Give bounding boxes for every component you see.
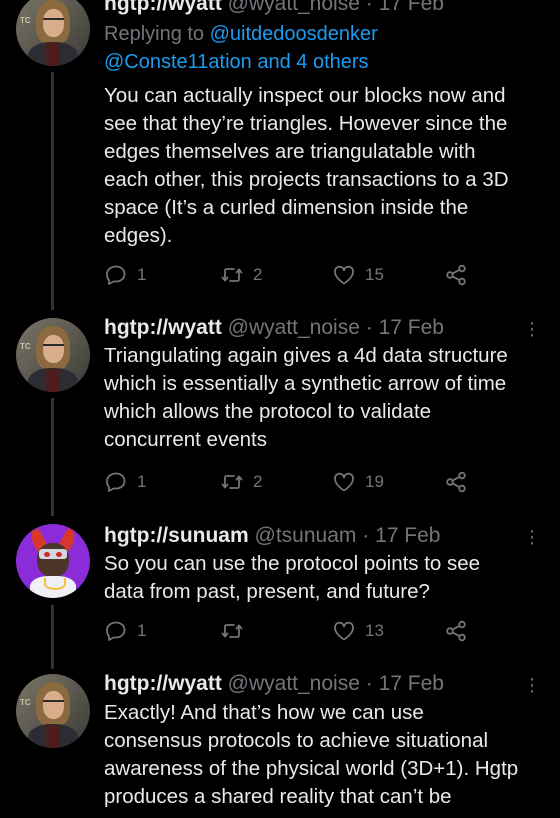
like-button[interactable]: 15 [332,262,384,288]
avatar[interactable]: TC [16,318,90,392]
retweet-icon [221,475,243,489]
separator: · [362,524,370,547]
retweet-count: 2 [253,472,263,491]
tweet-text: You can actually inspect our blocks now … [104,84,509,247]
separator: · [365,316,373,339]
separator: · [365,672,373,695]
like-button[interactable]: 13 [332,618,384,644]
like-count: 19 [365,472,384,491]
tweet-meta: hgtp://wyatt @wyatt_noise · 17 Feb [104,672,444,696]
user-handle[interactable]: @wyatt_noise [228,672,360,695]
reply-count: 1 [137,472,147,491]
display-name[interactable]: hgtp://wyatt [104,316,222,339]
like-button[interactable]: 19 [332,469,384,495]
tweet-text: Triangulating again gives a 4d data stru… [104,344,508,451]
share-icon [446,620,466,642]
share-button[interactable] [444,262,468,288]
display-name[interactable]: hgtp://sunuam [104,524,249,547]
tweet[interactable]: TC hgtp://wyatt @wyatt_noise · 17 Feb · ·… [0,310,560,510]
heart-icon [334,472,354,492]
tweet-date[interactable]: 17 Feb [375,524,440,547]
user-handle[interactable]: @wyatt_noise [228,316,360,339]
tweet-text: So you can use the protocol points to se… [104,552,481,603]
display-name[interactable]: hgtp://wyatt [104,0,222,15]
retweet-button[interactable]: 2 [220,262,262,288]
share-icon [446,264,466,286]
reply-count: 1 [137,621,147,640]
like-count: 13 [365,621,384,640]
share-button[interactable] [444,618,468,644]
tweet-meta: hgtp://wyatt @wyatt_noise · 17 Feb [104,0,444,16]
more-dots-icon: · · · [528,520,536,554]
retweet-icon [221,268,243,282]
reply-button[interactable]: 1 [104,469,146,495]
tweet[interactable]: TC hgtp://wyatt @wyatt_noise · 17 Feb Re… [0,0,560,300]
more-options-button[interactable]: · · · [522,520,542,554]
reply-icon [106,472,126,492]
reply-icon [106,621,126,641]
more-options-button[interactable]: · · · [522,668,542,702]
avatar[interactable] [16,524,90,598]
share-icon [446,471,466,493]
more-dots-icon: · · · [528,312,536,346]
reply-button[interactable]: 1 [104,262,146,288]
tweet-actions: 1 13 [104,618,484,644]
share-button[interactable] [444,469,468,495]
tweet-meta: hgtp://wyatt @wyatt_noise · 17 Feb [104,316,444,340]
avatar[interactable]: TC [16,674,90,748]
reply-count: 1 [137,265,147,284]
reply-icon [106,265,126,285]
tweet-actions: 1 2 19 [104,469,484,495]
heart-icon [334,265,354,285]
tweet-date[interactable]: 17 Feb [379,316,444,339]
tweet-date[interactable]: 17 Feb [379,672,444,695]
more-options-button[interactable]: · · · [522,312,542,346]
tweet-meta: hgtp://sunuam @tsunuam · 17 Feb [104,524,440,548]
mention-link[interactable]: @Conste11ation [104,51,252,73]
mention-link[interactable]: @uitdedoosdenker [210,23,378,45]
reply-button[interactable]: 1 [104,618,146,644]
replying-to-label: Replying to [104,23,210,45]
tweet-text: Exactly! And that’s how we can use conse… [104,701,519,808]
tweet[interactable]: TC hgtp://wyatt @wyatt_noise · 17 Feb · ·… [0,668,560,818]
avatar[interactable]: TC [16,0,90,66]
tweet[interactable]: hgtp://sunuam @tsunuam · 17 Feb · · · So y… [0,516,560,666]
separator: · [365,0,373,15]
retweet-count: 2 [253,265,263,284]
tweet-actions: 1 2 15 [104,262,484,288]
heart-icon [334,621,354,641]
display-name[interactable]: hgtp://wyatt [104,672,222,695]
retweet-button[interactable]: 2 [220,469,262,495]
user-handle[interactable]: @tsunuam [255,524,357,547]
user-handle[interactable]: @wyatt_noise [228,0,360,15]
more-dots-icon: · · · [528,668,536,702]
tweet-date[interactable]: 17 Feb [379,0,444,15]
retweet-icon [221,624,243,638]
retweet-button[interactable] [220,618,253,644]
like-count: 15 [365,265,384,284]
replying-to: Replying to @uitdedoosdenker @Conste11at… [104,20,378,76]
others-link[interactable]: and 4 others [252,51,368,73]
